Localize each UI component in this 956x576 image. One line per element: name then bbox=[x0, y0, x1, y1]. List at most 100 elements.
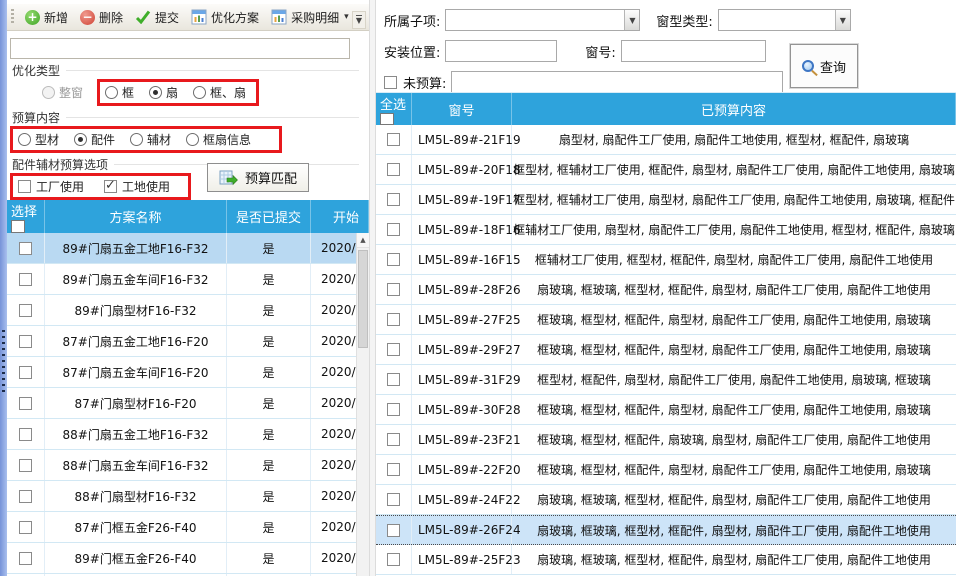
row-checkbox[interactable] bbox=[19, 242, 32, 255]
table-row[interactable]: LM5L-89#-23F21 框玻璃, 框型材, 框配件, 扇玻璃, 扇型材, … bbox=[376, 425, 956, 455]
row-checkbox[interactable] bbox=[387, 193, 400, 206]
install-position-input[interactable] bbox=[445, 40, 557, 62]
fitting-options-label: 配件辅材预算选项 bbox=[10, 156, 369, 173]
table-row[interactable]: 88#门扇型材F16-F32 是 2020/0 bbox=[7, 481, 369, 512]
radio-icon bbox=[18, 133, 31, 146]
row-checkbox[interactable] bbox=[19, 335, 32, 348]
budgeted-column-header[interactable]: 已预算内容 bbox=[512, 93, 956, 125]
plan-table-scrollbar[interactable]: ▲ bbox=[356, 233, 369, 576]
submitted-column-header[interactable]: 是否已提交 bbox=[227, 200, 311, 233]
purchase-detail-button[interactable]: 采购明细 ▾ bbox=[265, 6, 355, 29]
table-row[interactable]: 87#门扇型材F16-F20 是 2020/0 bbox=[7, 388, 369, 419]
row-checkbox[interactable] bbox=[387, 524, 400, 537]
row-checkbox[interactable] bbox=[19, 521, 32, 534]
submit-button[interactable]: 提交 bbox=[129, 6, 185, 29]
table-row-selected[interactable]: LM5L-89#-26F24 扇玻璃, 框玻璃, 框型材, 框配件, 扇型材, … bbox=[376, 515, 956, 545]
radio-sash[interactable]: 扇 bbox=[149, 84, 178, 101]
table-row[interactable]: LM5L-89#-27F25 框玻璃, 框型材, 框配件, 扇型材, 扇配件工厂… bbox=[376, 305, 956, 335]
table-row[interactable]: 89#门扇五金车间F16-F32 是 2020/0 bbox=[7, 264, 369, 295]
checkbox-label: 工地使用 bbox=[122, 178, 170, 195]
table-row[interactable]: 89#门框五金F26-F40 是 2020/0 bbox=[7, 543, 369, 574]
row-checkbox[interactable] bbox=[387, 433, 400, 446]
table-row[interactable]: LM5L-89#-16F15 框辅材工厂使用, 框型材, 框配件, 扇型材, 扇… bbox=[376, 245, 956, 275]
radio-whole-window[interactable]: 整窗 bbox=[42, 84, 83, 101]
check-icon bbox=[135, 10, 151, 24]
radio-frame-sash[interactable]: 框、扇 bbox=[193, 84, 246, 101]
row-checkbox[interactable] bbox=[19, 397, 32, 410]
table-row[interactable]: LM5L-89#-25F23 扇玻璃, 框玻璃, 框型材, 框配件, 扇型材, … bbox=[376, 545, 956, 575]
optimize-plan-button[interactable]: 优化方案 bbox=[185, 6, 265, 29]
delete-button[interactable]: − 删除 bbox=[74, 6, 129, 29]
radio-profile[interactable]: 型材 bbox=[18, 131, 59, 148]
table-row[interactable]: 87#门扇五金车间F16-F20 是 2020/0 bbox=[7, 357, 369, 388]
table-row[interactable]: LM5L-89#-20F18 框型材, 框辅材工厂使用, 框配件, 扇型材, 扇… bbox=[376, 155, 956, 185]
toolbar-grip[interactable] bbox=[11, 9, 14, 25]
chevron-down-icon[interactable]: ▼ bbox=[835, 10, 850, 30]
table-row[interactable]: LM5L-89#-18F16 框辅材工厂使用, 扇型材, 扇配件工厂使用, 扇配… bbox=[376, 215, 956, 245]
chevron-down-icon[interactable]: ▼ bbox=[624, 10, 639, 30]
start-column-header[interactable]: 开始 bbox=[311, 200, 369, 233]
row-checkbox[interactable] bbox=[387, 403, 400, 416]
table-row[interactable]: 89#门扇型材F16-F32 是 2020/0 bbox=[7, 295, 369, 326]
no-budget-checkbox[interactable] bbox=[384, 76, 397, 89]
row-checkbox[interactable] bbox=[387, 463, 400, 476]
row-checkbox[interactable] bbox=[387, 223, 400, 236]
checkbox-icon bbox=[18, 180, 31, 193]
row-checkbox[interactable] bbox=[387, 133, 400, 146]
table-row[interactable]: LM5L-89#-30F28 框玻璃, 框型材, 框配件, 扇型材, 扇配件工厂… bbox=[376, 395, 956, 425]
window-table: 全选 窗号 已预算内容 LM5L-89#-21F19 扇型材, 扇配件工厂使用,… bbox=[376, 92, 956, 576]
table-row[interactable]: LM5L-89#-21F19 扇型材, 扇配件工厂使用, 扇配件工地使用, 框型… bbox=[376, 125, 956, 155]
table-row[interactable]: LM5L-89#-19F17 框型材, 框辅材工厂使用, 扇型材, 扇配件工厂使… bbox=[376, 185, 956, 215]
row-checkbox[interactable] bbox=[19, 366, 32, 379]
table-row[interactable]: LM5L-89#-22F20 框玻璃, 框型材, 框配件, 扇型材, 扇配件工厂… bbox=[376, 455, 956, 485]
row-checkbox[interactable] bbox=[19, 490, 32, 503]
table-row[interactable]: LM5L-89#-28F26 扇玻璃, 框玻璃, 框型材, 框配件, 扇型材, … bbox=[376, 275, 956, 305]
radio-frame[interactable]: 框 bbox=[105, 84, 134, 101]
radio-label: 框扇信息 bbox=[203, 131, 251, 148]
row-checkbox[interactable] bbox=[387, 313, 400, 326]
plan-name-column-header[interactable]: 方案名称 bbox=[45, 200, 227, 233]
row-checkbox[interactable] bbox=[387, 283, 400, 296]
row-checkbox[interactable] bbox=[19, 428, 32, 441]
toolbar-overflow-button[interactable]: ▼ bbox=[352, 11, 366, 29]
panel-splitter[interactable] bbox=[369, 0, 376, 576]
table-row[interactable]: 89#门扇五金工地F16-F32 是 2020/0 bbox=[7, 233, 369, 264]
row-checkbox[interactable] bbox=[387, 373, 400, 386]
window-no-input[interactable] bbox=[621, 40, 766, 62]
no-budget-input[interactable] bbox=[451, 71, 783, 93]
table-row[interactable]: 88#门扇五金车间F16-F32 是 2020/0 bbox=[7, 450, 369, 481]
plan-filter-input[interactable] bbox=[10, 38, 350, 59]
select-all-checkbox[interactable] bbox=[380, 113, 394, 125]
radio-auxiliary[interactable]: 辅材 bbox=[130, 131, 171, 148]
scrollbar-thumb[interactable] bbox=[358, 250, 368, 348]
table-row[interactable]: 88#门扇五金工地F16-F32 是 2020/0 bbox=[7, 419, 369, 450]
window-no-column-header[interactable]: 窗号 bbox=[412, 93, 512, 125]
radio-fitting[interactable]: 配件 bbox=[74, 131, 115, 148]
row-checkbox[interactable] bbox=[19, 552, 32, 565]
row-checkbox[interactable] bbox=[387, 493, 400, 506]
factory-use-checkbox[interactable]: 工厂使用 bbox=[18, 178, 84, 195]
query-label: 查询 bbox=[820, 57, 846, 76]
row-checkbox[interactable] bbox=[387, 163, 400, 176]
row-checkbox[interactable] bbox=[387, 253, 400, 266]
select-all-checkbox[interactable] bbox=[11, 220, 25, 233]
row-checkbox[interactable] bbox=[19, 459, 32, 472]
splitter-handle[interactable] bbox=[2, 330, 5, 392]
add-button[interactable]: + 新增 bbox=[19, 6, 74, 29]
table-row[interactable]: LM5L-89#-29F27 框玻璃, 框型材, 框配件, 扇型材, 扇配件工厂… bbox=[376, 335, 956, 365]
sub-item-select[interactable]: ▼ bbox=[445, 9, 640, 31]
table-row[interactable]: LM5L-89#-31F29 框型材, 框配件, 扇型材, 扇配件工厂使用, 扇… bbox=[376, 365, 956, 395]
window-type-select[interactable]: ▼ bbox=[718, 9, 851, 31]
row-checkbox[interactable] bbox=[387, 553, 400, 566]
row-checkbox[interactable] bbox=[387, 343, 400, 356]
table-row[interactable]: LM5L-89#-24F22 扇玻璃, 框玻璃, 框型材, 框配件, 扇型材, … bbox=[376, 485, 956, 515]
budget-match-button[interactable]: 预算匹配 bbox=[207, 163, 309, 192]
table-row[interactable]: 87#门框五金F26-F40 是 2020/0 bbox=[7, 512, 369, 543]
site-use-checkbox[interactable]: 工地使用 bbox=[104, 178, 170, 195]
row-checkbox[interactable] bbox=[19, 304, 32, 317]
row-checkbox[interactable] bbox=[19, 273, 32, 286]
scroll-up-arrow-icon[interactable]: ▲ bbox=[357, 233, 369, 248]
table-row[interactable]: 87#门扇五金工地F16-F20 是 2020/0 bbox=[7, 326, 369, 357]
query-button[interactable]: 查询 bbox=[790, 44, 858, 88]
radio-frame-sash-info[interactable]: 框扇信息 bbox=[186, 131, 251, 148]
